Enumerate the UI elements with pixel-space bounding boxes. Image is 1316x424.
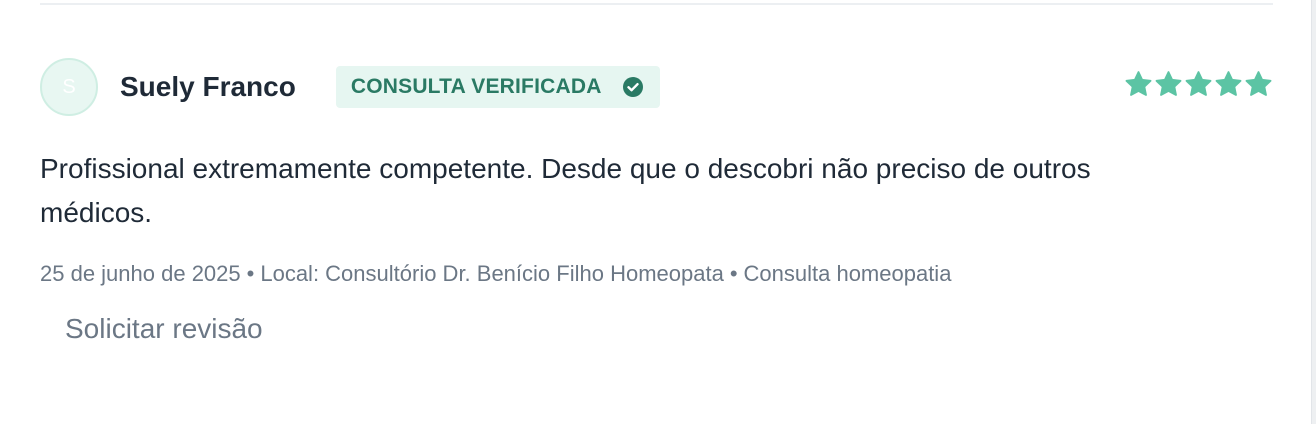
star-icon xyxy=(1185,71,1212,96)
verified-badge-label: CONSULTA VERIFICADA xyxy=(350,75,602,98)
review-date: 25 de junho de 2025 xyxy=(40,261,241,286)
star-icon xyxy=(1155,71,1182,96)
review-location: Local: Consultório Dr. Benício Filho Hom… xyxy=(260,261,724,286)
verified-badge: CONSULTA VERIFICADA xyxy=(335,66,660,108)
meta-separator: • xyxy=(729,261,738,286)
review-header: S Suely Franco CONSULTA VERIFICADA xyxy=(40,56,1273,118)
top-divider xyxy=(40,3,1273,5)
review-text: Profissional extremamente competente. De… xyxy=(40,153,1091,228)
meta-separator: • xyxy=(246,261,255,286)
author-name: Suely Franco xyxy=(120,71,296,102)
scrollbar-track[interactable] xyxy=(1311,0,1316,424)
star-icon xyxy=(1215,71,1242,96)
check-circle-icon xyxy=(622,77,643,97)
star-icon xyxy=(1245,71,1272,96)
avatar: S xyxy=(40,58,98,116)
request-review-button[interactable]: Solicitar revisão xyxy=(65,313,263,345)
avatar-initial: S xyxy=(62,75,76,98)
star-icon xyxy=(1125,71,1152,96)
star-rating xyxy=(1124,70,1273,98)
review-service: Consulta homeopatia xyxy=(743,261,952,286)
review-meta: 25 de junho de 2025 • Local: Consultório… xyxy=(40,261,1273,287)
review-card: S Suely Franco CONSULTA VERIFICADA Profi… xyxy=(40,56,1273,345)
